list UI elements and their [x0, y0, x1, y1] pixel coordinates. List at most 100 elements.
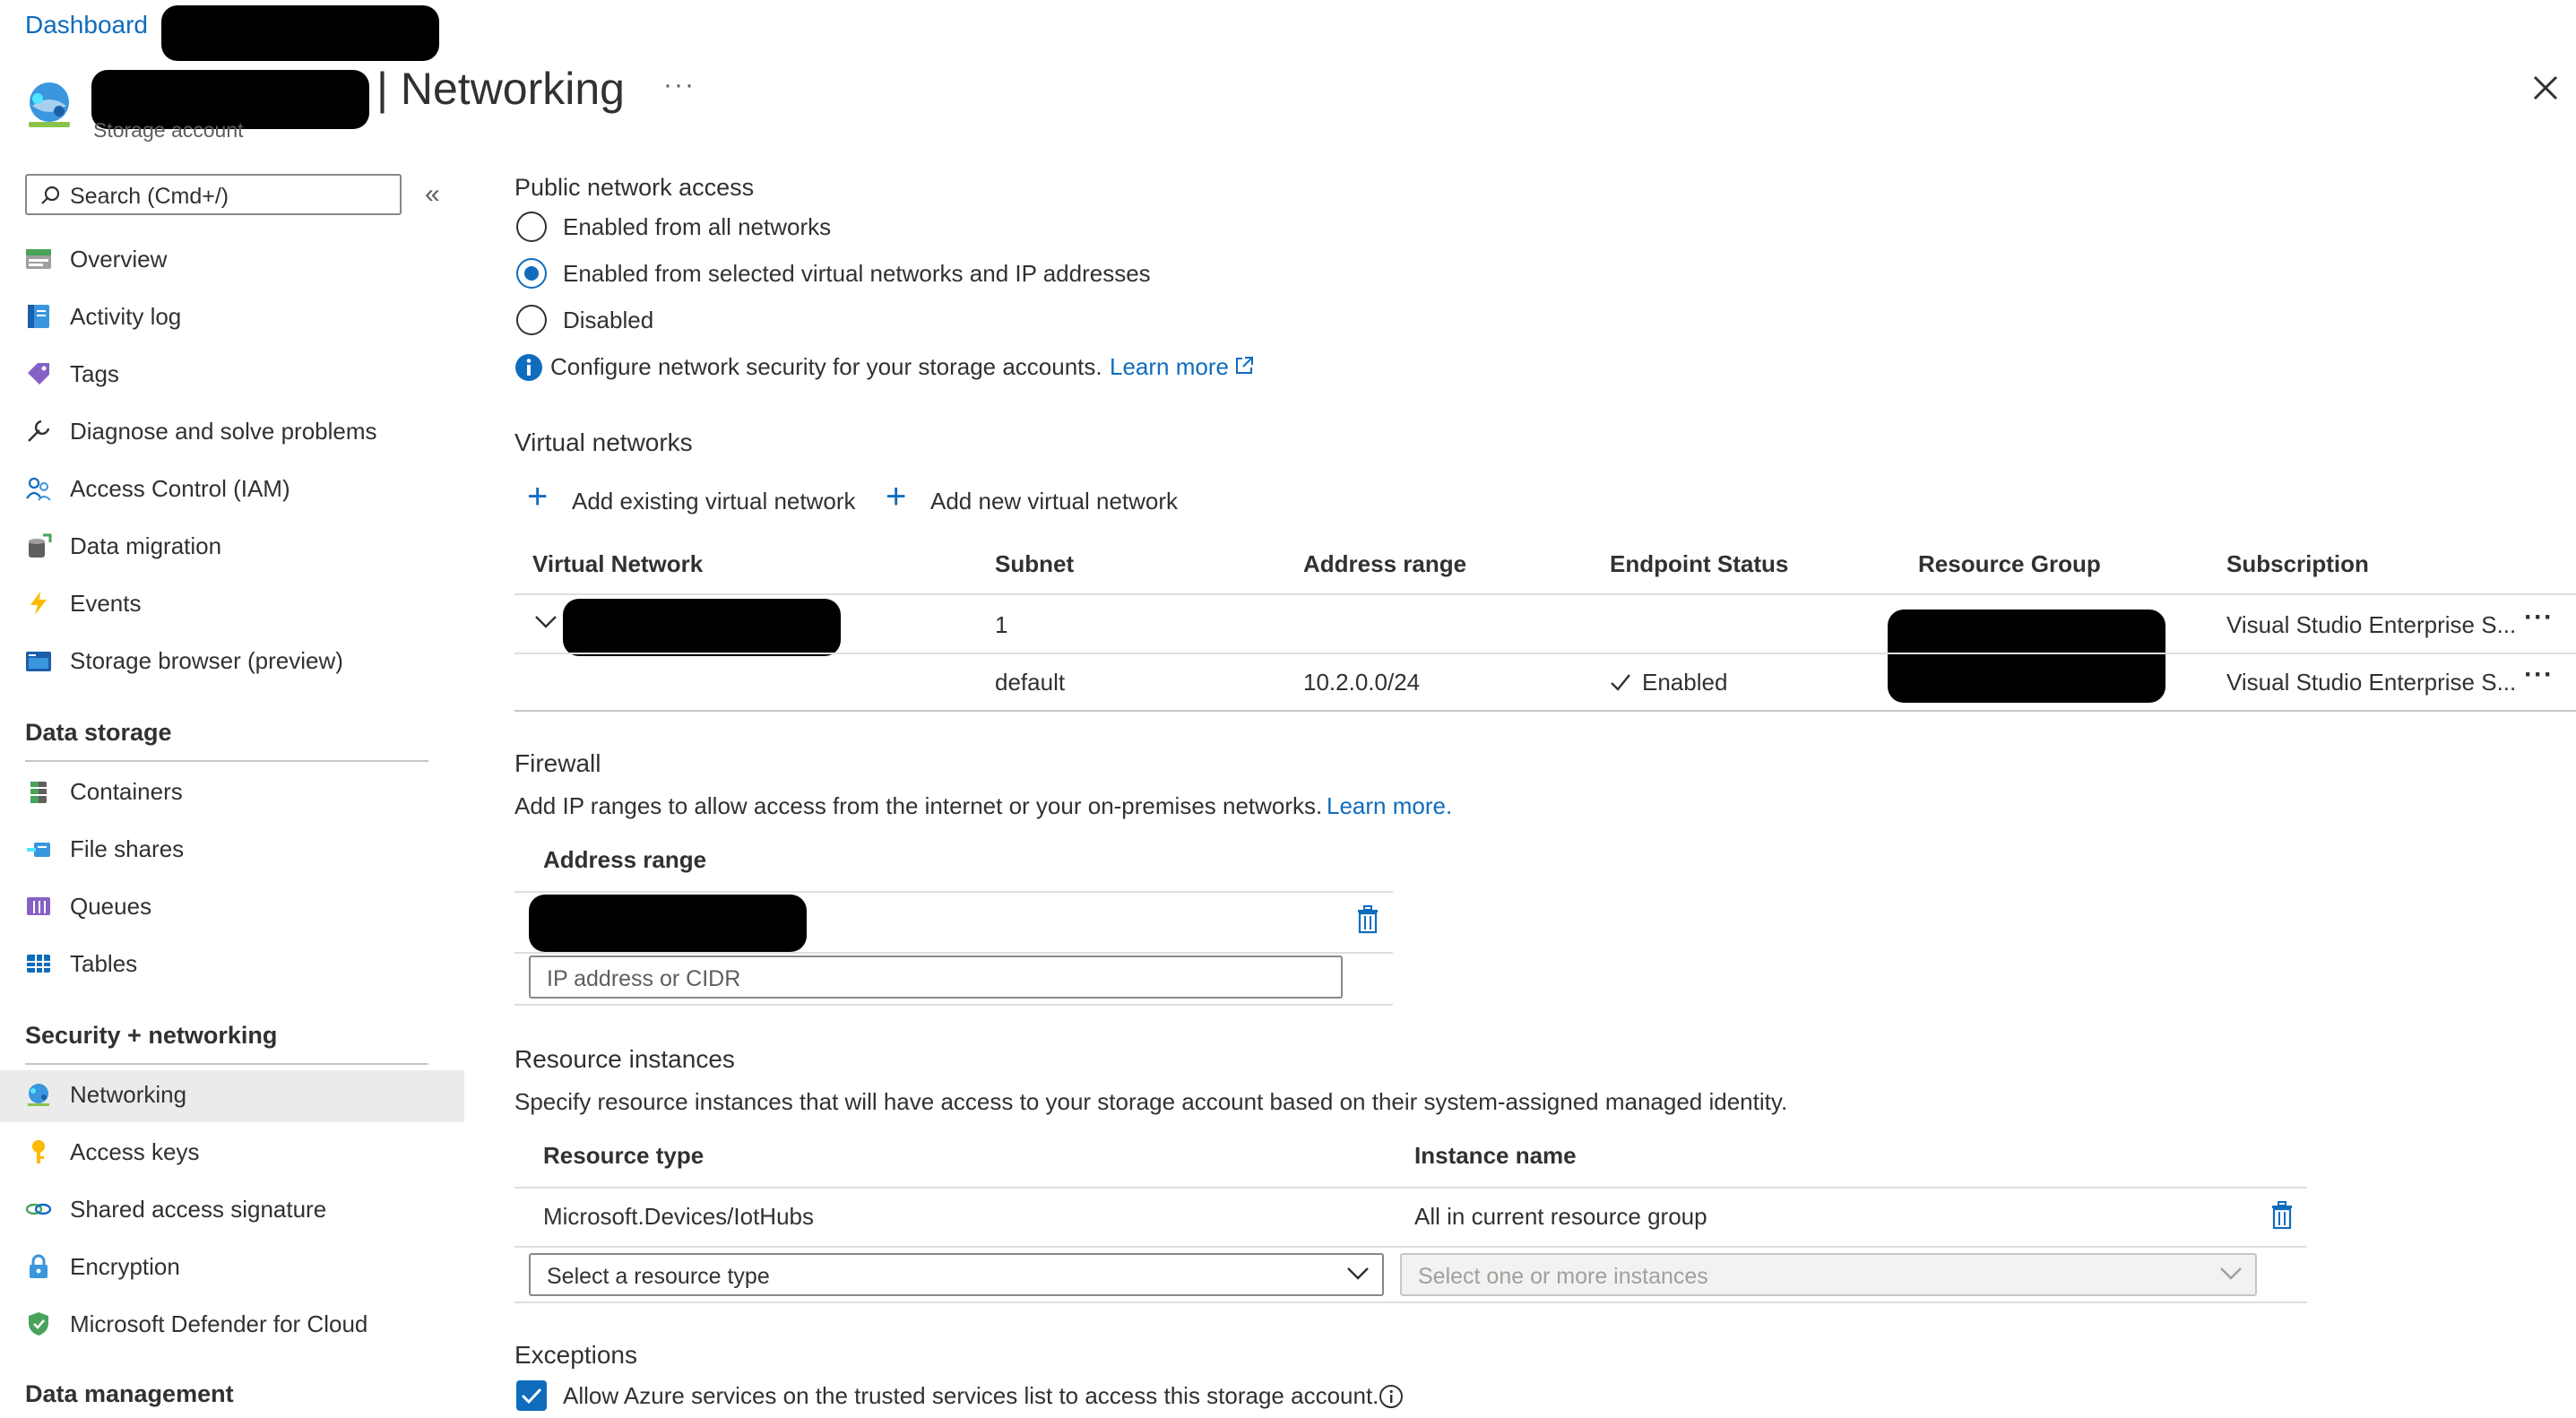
sidebar-item-encryption[interactable]: Encryption: [0, 1242, 464, 1291]
file-shares-icon: [27, 843, 50, 857]
sidebar-item-label: Shared access signature: [70, 1196, 327, 1223]
learn-more-link[interactable]: Learn more: [1110, 353, 1229, 381]
info-icon: [515, 354, 542, 381]
close-icon[interactable]: [2528, 70, 2563, 106]
cell-subscription: Visual Studio Enterprise S...: [2226, 611, 2517, 638]
sidebar-item-label: Microsoft Defender for Cloud: [70, 1310, 368, 1337]
column-header-subscription[interactable]: Subscription: [2226, 550, 2369, 578]
sidebar-item-networking[interactable]: Networking: [0, 1070, 464, 1122]
column-header-address-range[interactable]: Address range: [1303, 550, 1466, 578]
radio-label: Disabled: [563, 307, 654, 333]
sidebar-item-overview[interactable]: Overview: [0, 235, 464, 283]
radio-disabled[interactable]: [516, 305, 547, 335]
search-icon: [41, 186, 60, 204]
tag-icon: [28, 363, 49, 385]
redacted-virtual-network-name: [563, 599, 841, 656]
ip-address-input[interactable]: IP address or CIDR: [529, 955, 1343, 999]
sidebar-item-events[interactable]: Events: [0, 579, 464, 627]
sidebar-item-label: Containers: [70, 778, 183, 805]
button-label: Add existing virtual network: [572, 488, 856, 514]
add-new-virtual-network-button[interactable]: + Add new virtual network: [886, 477, 1226, 518]
column-header-resource-type[interactable]: Resource type: [543, 1142, 704, 1170]
sidebar-item-defender[interactable]: Microsoft Defender for Cloud: [0, 1300, 464, 1348]
chevron-down-icon[interactable]: [534, 615, 558, 629]
sidebar-item-data-migration[interactable]: Data migration: [0, 522, 464, 570]
delete-icon[interactable]: [1355, 905, 1380, 934]
table-divider: [514, 1187, 2307, 1189]
delete-icon[interactable]: [2269, 1201, 2295, 1230]
firewall-learn-more-link[interactable]: Learn more.: [1327, 792, 1452, 820]
more-options-button[interactable]: ···: [663, 70, 696, 100]
radio-enabled-all-networks[interactable]: [516, 212, 547, 242]
sidebar-item-storage-browser[interactable]: Storage browser (preview): [0, 636, 464, 685]
section-heading-data-storage: Data storage: [25, 719, 172, 746]
info-icon[interactable]: [1379, 1384, 1404, 1409]
breadcrumb-dashboard[interactable]: Dashboard: [25, 11, 148, 39]
radio-label: Enabled from all networks: [563, 213, 832, 240]
sidebar-item-label: Tags: [70, 360, 119, 387]
divider: [25, 1063, 428, 1065]
lightning-icon: [30, 592, 47, 615]
cell-subscription: Visual Studio Enterprise S...: [2226, 669, 2517, 696]
section-heading-data-management: Data management: [25, 1380, 234, 1407]
sidebar-item-access-keys[interactable]: Access keys: [0, 1128, 464, 1176]
sidebar-item-label: Overview: [70, 246, 168, 272]
redacted-ip-address: [529, 895, 807, 952]
sidebar-item-tables[interactable]: Tables: [0, 939, 464, 988]
sidebar-item-label: Encryption: [70, 1253, 180, 1280]
column-header-virtual-network[interactable]: Virtual Network: [532, 550, 703, 578]
activity-log-icon: [28, 305, 49, 328]
column-header-instance-name[interactable]: Instance name: [1414, 1142, 1577, 1170]
sidebar-item-label: Events: [70, 590, 142, 617]
instance-name-select[interactable]: Select one or more instances: [1400, 1253, 2257, 1296]
sidebar-item-queues[interactable]: Queues: [0, 882, 464, 930]
add-existing-virtual-network-button[interactable]: + Add existing virtual network: [527, 477, 903, 518]
sidebar-item-file-shares[interactable]: File shares: [0, 825, 464, 873]
sidebar-item-label: Activity log: [70, 303, 182, 330]
networking-icon: [29, 82, 70, 127]
link-icon: [25, 1203, 52, 1215]
cell-instance-name: All in current resource group: [1414, 1203, 1707, 1230]
cell-subnet-count: 1: [995, 611, 1008, 638]
checkmark-icon: [1611, 674, 1630, 691]
virtual-networks-heading: Virtual networks: [514, 428, 693, 456]
row-more-button[interactable]: ···: [2524, 602, 2554, 633]
divider: [25, 760, 428, 762]
resource-type-select[interactable]: Select a resource type: [529, 1253, 1384, 1296]
shield-icon: [29, 1312, 48, 1336]
radio-enabled-selected-networks[interactable]: [516, 258, 547, 289]
sidebar-item-containers[interactable]: Containers: [0, 767, 464, 816]
sidebar-item-tags[interactable]: Tags: [0, 350, 464, 398]
containers-icon: [30, 782, 47, 803]
sidebar-item-shared-access-signature[interactable]: Shared access signature: [0, 1185, 464, 1233]
column-header-subnet[interactable]: Subnet: [995, 550, 1074, 578]
table-divider: [514, 891, 1393, 893]
sidebar-item-label: Access keys: [70, 1138, 200, 1165]
search-input[interactable]: Search (Cmd+/): [25, 174, 402, 215]
table-divider: [514, 710, 2576, 712]
sidebar-item-label: Tables: [70, 950, 138, 977]
sidebar-item-diagnose[interactable]: Diagnose and solve problems: [0, 407, 464, 455]
select-placeholder: Select a resource type: [547, 1264, 770, 1289]
column-header-address-range[interactable]: Address range: [543, 846, 706, 874]
search-placeholder: Search (Cmd+/): [70, 184, 229, 209]
collapse-sidebar-button[interactable]: «: [425, 179, 440, 210]
column-header-resource-group[interactable]: Resource Group: [1918, 550, 2101, 578]
sidebar-item-activity-log[interactable]: Activity log: [0, 292, 464, 341]
redacted-breadcrumb: [161, 5, 439, 61]
allow-trusted-services-checkbox[interactable]: [516, 1380, 547, 1411]
data-migration-icon: [29, 533, 52, 558]
sidebar-item-label: Queues: [70, 893, 152, 920]
people-icon: [26, 477, 51, 501]
queues-icon: [27, 897, 50, 915]
key-icon: [32, 1140, 45, 1163]
networking-icon: [28, 1084, 49, 1106]
column-header-endpoint-status[interactable]: Endpoint Status: [1610, 550, 1788, 578]
button-label: Add new virtual network: [930, 488, 1179, 514]
sidebar-item-iam[interactable]: Access Control (IAM): [0, 464, 464, 513]
wrench-icon: [28, 419, 50, 442]
row-more-button[interactable]: ···: [2524, 660, 2554, 690]
sidebar-item-label: Data migration: [70, 532, 222, 559]
overview-icon: [26, 249, 51, 269]
input-placeholder: IP address or CIDR: [547, 966, 741, 991]
